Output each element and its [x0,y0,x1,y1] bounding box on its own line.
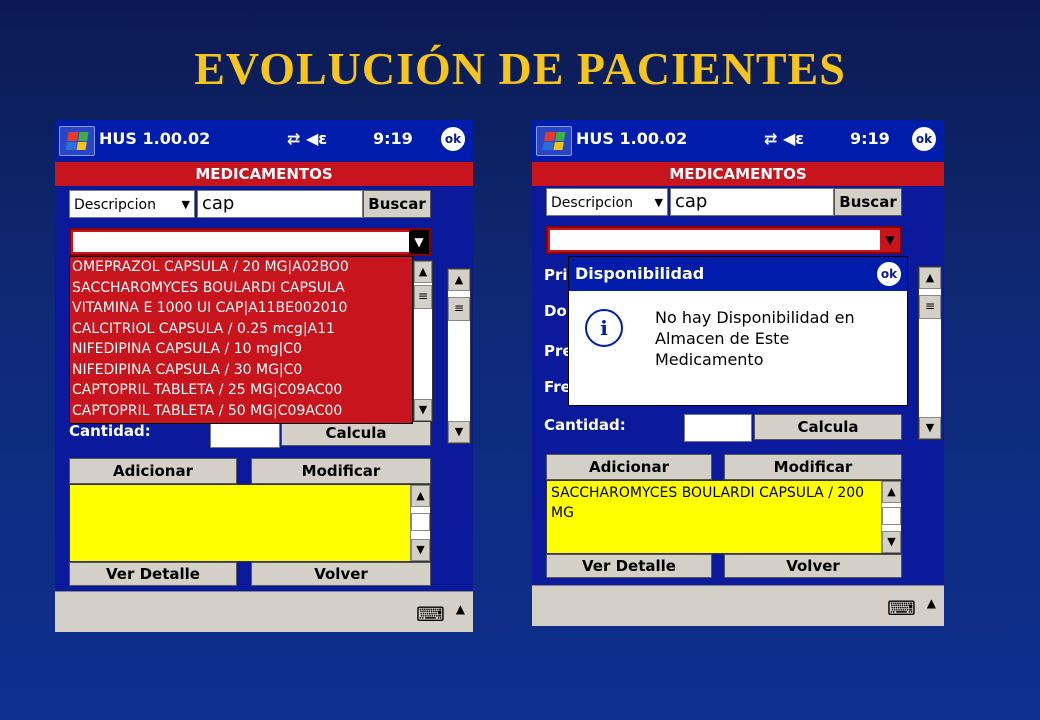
quantity-label: Cantidad: [69,422,151,440]
dropdown-item[interactable]: VITAMINA E 1000 UI CAP|A11BE002010 [70,298,412,319]
slide-title: EVOLUCIÓN DE PACIENTES [194,43,846,94]
quantity-input[interactable] [684,414,752,442]
title-bar: HUS 1.00.02 ⇄ ◀ε 9:19 ok [532,120,944,160]
scroll-down-icon[interactable]: ▼ [882,531,901,553]
start-button[interactable] [59,126,95,156]
search-button[interactable]: Buscar [834,188,902,216]
scroll-up-icon[interactable]: ▲ [919,267,941,289]
menu-bar: ⌨ ▲ [532,585,944,626]
quantity-label: Cantidad: [544,416,626,434]
scroll-down-icon[interactable]: ▼ [919,417,941,439]
title-bar: HUS 1.00.02 ⇄ ◀ε 9:19 ok [55,120,473,160]
app-title: HUS 1.00.02 [576,129,688,148]
scroll-up-icon[interactable]: ▲ [448,269,470,291]
connectivity-volume-icon[interactable]: ⇄ ◀ε [287,129,327,148]
windows-flag-icon [65,132,89,150]
form-scrollbar[interactable]: ▲ ≡ ▼ [447,268,471,444]
calc-button[interactable]: Calcula [754,414,902,440]
ok-button[interactable]: ok [441,127,465,151]
medication-combo-field [550,230,880,250]
detail-button[interactable]: Ver Detalle [69,562,237,586]
medication-combo[interactable]: ▼ [69,228,431,256]
search-input[interactable]: cap [197,190,363,218]
dropdown-item[interactable]: CAPTOPRIL TABLETA / 50 MG|C09AC00 [70,401,412,422]
start-button[interactable] [536,126,572,156]
prescription-label: Pri [544,266,568,284]
modify-button[interactable]: Modificar [251,458,431,484]
dialog-message: No hay Disponibilidad en Almacen de Este… [655,308,855,369]
detail-button[interactable]: Ver Detalle [546,554,712,578]
dropdown-item[interactable]: OMEPRAZOL CAPSULA / 20 MG|A02BO0 [70,257,412,278]
availability-dialog[interactable]: Disponibilidad ok i No hay Disponibilida… [568,256,908,406]
search-type-value: Descripcion [74,197,156,213]
selected-medication-item[interactable]: SACCHAROMYCES BOULARDI CAPSULA / 200 MG [551,485,864,521]
back-button[interactable]: Volver [724,554,902,578]
ok-button[interactable]: ok [912,127,936,151]
list-scrollbar[interactable]: ▲ ▼ [881,481,901,553]
scroll-thumb[interactable] [411,513,430,531]
info-icon: i [585,309,623,347]
clock: 9:19 [373,129,413,148]
chevron-up-icon[interactable]: ▲ [456,602,465,616]
keyboard-icon[interactable]: ⌨ [416,602,445,626]
quantity-input[interactable] [210,420,280,448]
left-device-screen: HUS 1.00.02 ⇄ ◀ε 9:19 ok MEDICAMENTOS De… [55,120,473,632]
app-title: HUS 1.00.02 [99,129,211,148]
add-button[interactable]: Adicionar [546,454,712,480]
selected-medications-list[interactable]: SACCHAROMYCES BOULARDI CAPSULA / 200 MG … [546,480,902,554]
scroll-thumb[interactable]: ≡ [448,297,470,321]
scroll-up-icon[interactable]: ▲ [414,261,432,283]
frequency-label: Fre [544,378,571,396]
scroll-down-icon[interactable]: ▼ [448,421,470,443]
dropdown-item[interactable]: CAPTOPRIL TABLETA / 25 MG|C09AC00 [70,380,412,401]
connectivity-volume-icon[interactable]: ⇄ ◀ε [764,129,804,148]
list-scrollbar[interactable]: ▲ ▼ [410,485,430,561]
dropdown-scrollbar[interactable]: ▲ ≡ ▼ [413,260,433,422]
scroll-thumb[interactable]: ≡ [919,295,941,319]
right-device-screen: HUS 1.00.02 ⇄ ◀ε 9:19 ok MEDICAMENTOS De… [532,120,944,626]
dropdown-item[interactable]: CALCITRIOL CAPSULA / 0.25 mcg|A11 [70,319,412,340]
scroll-up-icon[interactable]: ▲ [882,481,901,503]
chevron-down-icon[interactable]: ▼ [880,228,900,252]
dose-label: Do [544,302,567,320]
search-type-select[interactable]: Descripcion ▼ [69,190,195,218]
search-button[interactable]: Buscar [363,190,431,218]
scroll-thumb[interactable] [882,507,901,525]
keyboard-icon[interactable]: ⌨ [887,596,916,620]
dropdown-item[interactable]: SACCHAROMYCES BOULARDI CAPSULA [70,278,412,299]
section-header: MEDICAMENTOS [55,162,473,186]
scroll-down-icon[interactable]: ▼ [414,399,432,421]
chevron-up-icon[interactable]: ▲ [927,596,936,610]
add-button[interactable]: Adicionar [69,458,237,484]
scroll-thumb[interactable]: ≡ [414,285,432,309]
search-type-value: Descripcion [551,195,633,211]
medication-combo-field [73,232,409,252]
scroll-down-icon[interactable]: ▼ [411,539,430,561]
dropdown-item[interactable]: NIFEDIPINA CAPSULA / 10 mg|C0 [70,339,412,360]
modify-button[interactable]: Modificar [724,454,902,480]
chevron-down-icon[interactable]: ▼ [409,230,429,254]
clock: 9:19 [850,129,890,148]
menu-bar: ⌨ ▲ [55,591,473,632]
dialog-ok-button[interactable]: ok [877,262,901,286]
selected-medications-list[interactable]: ▲ ▼ [69,484,431,562]
back-button[interactable]: Volver [251,562,431,586]
section-header: MEDICAMENTOS [532,162,944,186]
form-scrollbar[interactable]: ▲ ≡ ▼ [918,266,942,440]
search-type-select[interactable]: Descripcion ▼ [546,188,668,216]
chevron-down-icon: ▼ [654,196,663,209]
medication-combo[interactable]: ▼ [546,226,902,254]
search-input[interactable]: cap [670,188,834,216]
scroll-up-icon[interactable]: ▲ [411,485,430,507]
windows-flag-icon [542,132,566,150]
dropdown-item[interactable]: NIFEDIPINA CAPSULA / 30 MG|C0 [70,360,412,381]
dialog-title: Disponibilidad [569,257,907,291]
chevron-down-icon: ▼ [181,198,190,211]
medication-dropdown-list[interactable]: OMEPRAZOL CAPSULA / 20 MG|A02BO0 SACCHAR… [69,256,413,424]
